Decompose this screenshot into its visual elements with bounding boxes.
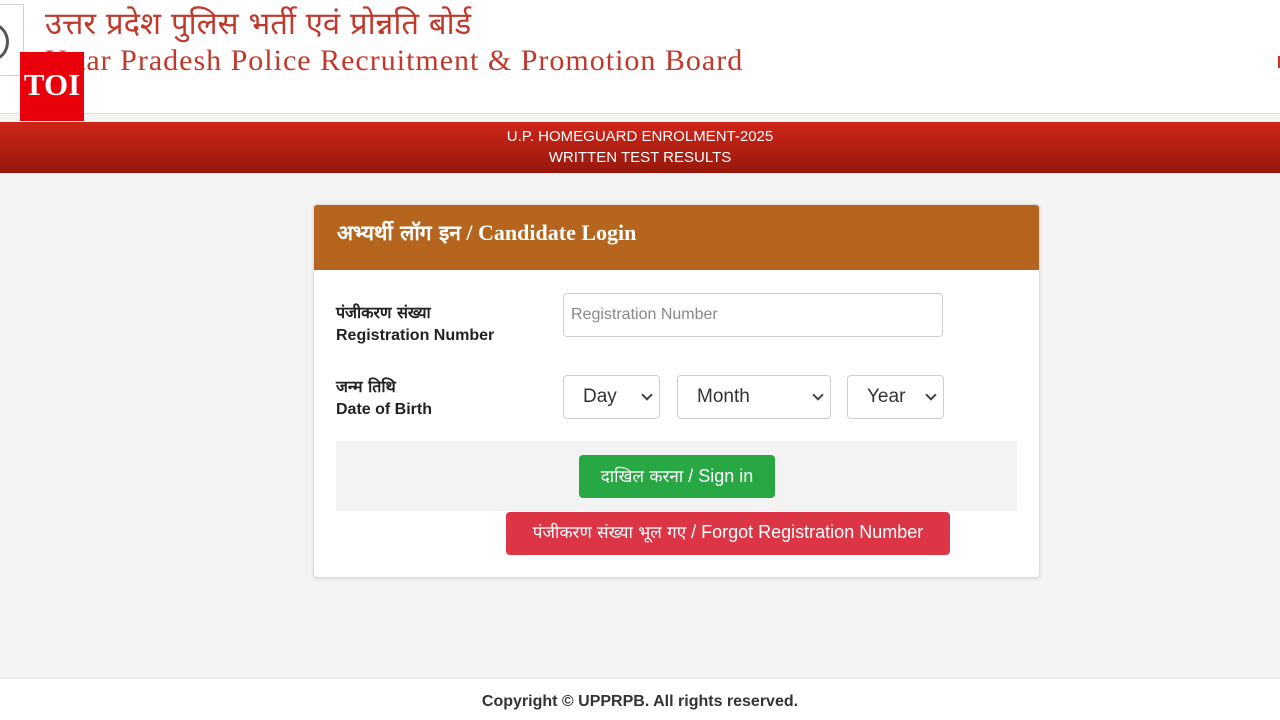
candidate-login-card: अभ्यर्थी लॉग इन / Candidate Login पंजीकर… — [313, 204, 1040, 578]
dob-year-select[interactable]: Year — [847, 375, 944, 419]
site-title-hindi: उत्तर प्रदेश पुलिस भर्ती एवं प्रोन्नति ब… — [45, 6, 472, 42]
sign-in-label-hindi: दाखिल करना — [600, 467, 684, 487]
registration-label: पंजीकरण संख्या Registration Number — [336, 302, 494, 347]
forgot-label-english: / Forgot Registration Number — [686, 522, 924, 542]
dob-day-select[interactable]: Day — [563, 375, 660, 419]
sign-in-label-english: / Sign in — [683, 466, 754, 486]
login-title-separator: / — [460, 220, 479, 245]
dob-label-english: Date of Birth — [336, 401, 432, 418]
registration-number-input[interactable] — [563, 293, 943, 337]
forgot-label-hindi: पंजीकरण संख्या भूल गए — [532, 523, 687, 543]
banner-line-results: WRITTEN TEST RESULTS — [548, 149, 732, 166]
sign-in-button[interactable]: दाखिल करना / Sign in — [579, 455, 775, 498]
dob-month-select[interactable]: Month — [677, 375, 831, 419]
toi-badge: TOI — [20, 52, 84, 121]
dob-year-value: Year — [867, 386, 906, 407]
site-footer: Copyright © UPPRPB. All rights reserved. — [0, 678, 1280, 720]
chevron-down-icon — [925, 389, 937, 401]
dob-month-value: Month — [697, 386, 750, 407]
dob-label: जन्म तिथि Date of Birth — [336, 376, 432, 421]
chevron-down-icon — [812, 389, 824, 401]
chevron-down-icon — [641, 389, 653, 401]
login-card-title: अभ्यर्थी लॉग इन / Candidate Login — [314, 205, 1039, 270]
site-title-english: Uttar Pradesh Police Recruitment & Promo… — [45, 44, 744, 77]
registration-label-english: Registration Number — [336, 327, 495, 344]
dob-day-value: Day — [583, 386, 617, 407]
results-banner: U.P. HOMEGUARD ENROLMENT-2025 WRITTEN TE… — [0, 122, 1280, 173]
copyright-text: Copyright © UPPRPB. All rights reserved. — [481, 693, 799, 710]
registration-label-hindi: पंजीकरण संख्या — [336, 303, 431, 322]
forgot-registration-button[interactable]: पंजीकरण संख्या भूल गए / Forgot Registrat… — [506, 512, 950, 555]
login-title-english: Candidate Login — [478, 220, 637, 245]
dob-label-hindi: जन्म तिथि — [336, 377, 396, 396]
banner-line-enrolment: U.P. HOMEGUARD ENROLMENT-2025 — [506, 128, 774, 145]
login-title-hindi: अभ्यर्थी लॉग इन — [337, 221, 461, 245]
site-header: उत्तर प्रदेश पुलिस भर्ती एवं प्रोन्नति ब… — [0, 0, 1280, 121]
